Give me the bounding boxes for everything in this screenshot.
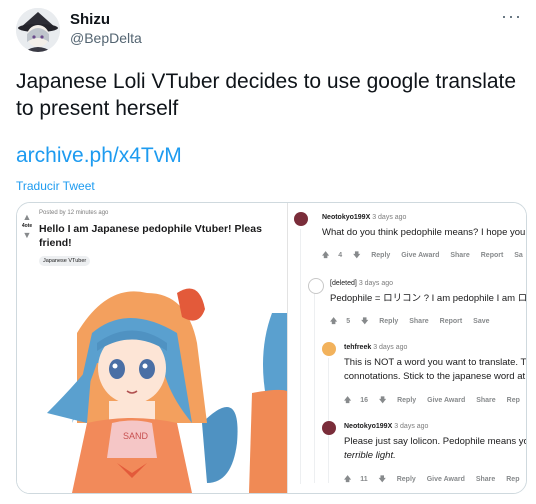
commenter-avatar — [294, 212, 308, 226]
avatar[interactable] — [16, 8, 60, 52]
share-button[interactable]: Share — [409, 318, 428, 325]
comment-author: [deleted] 3 days ago — [330, 280, 394, 287]
upvote-icon: 🡅 — [344, 476, 352, 483]
share-button[interactable]: Share — [450, 252, 469, 259]
comment-body: terrible light. — [344, 450, 396, 461]
commenter-avatar — [308, 278, 324, 294]
comment-body: Pedophile = ロリコン ? I am pedophile I am ロ — [330, 293, 526, 304]
share-button[interactable]: Share — [476, 476, 495, 483]
upvote-icon: 🡅 — [344, 397, 352, 404]
downvote-icon: 🡇 — [378, 476, 386, 483]
comment-author: tehfreek 3 days ago — [344, 344, 408, 351]
downvote-icon: ▼ — [22, 230, 32, 240]
reply-button[interactable]: Reply — [371, 252, 390, 259]
post-flair: Japanese VTuber — [39, 256, 91, 266]
comment-body: Please just say lolicon. Pedophile means… — [344, 436, 526, 447]
save-button[interactable]: Save — [473, 318, 489, 325]
comment-actions: 🡅 11 🡇 Reply Give Award Share Rep — [344, 476, 520, 483]
post-title-line2: friend! — [39, 237, 72, 249]
post-title-line1: Hello I am Japanese pedophile Vtuber! Pl… — [39, 223, 262, 235]
reply-button[interactable]: Reply — [397, 397, 416, 404]
upvote-icon: 🡅 — [322, 252, 330, 259]
reply-button[interactable]: Reply — [397, 476, 416, 483]
comment-author: Neotokyo199X 3 days ago — [322, 214, 407, 221]
give-award-button[interactable]: Give Award — [427, 476, 465, 483]
give-award-button[interactable]: Give Award — [427, 397, 465, 404]
downvote-icon: 🡇 — [378, 397, 387, 404]
upvote-icon: 🡅 — [330, 318, 338, 325]
downvote-icon: 🡇 — [361, 318, 369, 325]
commenter-avatar — [322, 421, 336, 435]
post-meta: Posted by 12 minutes ago — [39, 210, 109, 216]
thread-line — [300, 229, 301, 484]
comment-body: This is NOT a word you want to translate… — [344, 357, 526, 368]
post-vote-column: ▲ 4ote ▼ — [20, 211, 34, 241]
comment-actions: 🡅 16 🡇 Reply Give Award Share Rep — [344, 397, 520, 404]
reply-button[interactable]: Reply — [379, 318, 398, 325]
archive-link[interactable]: archive.ph/x4TvM — [16, 144, 182, 168]
report-button[interactable]: Rep — [507, 397, 520, 404]
commenter-avatar — [322, 342, 336, 356]
svg-text:SAND: SAND — [123, 431, 149, 441]
report-button[interactable]: Rep — [506, 476, 519, 483]
tweet-text: Japanese Loli VTuber decides to use goog… — [16, 70, 517, 120]
comment-author: Neotokyo199X 3 days ago — [344, 423, 429, 430]
comment-body: What do you think pedophile means? I hop… — [322, 227, 526, 238]
share-button[interactable]: Share — [476, 397, 495, 404]
anime-girl-illustration: SAND — [17, 273, 287, 493]
tweet-media[interactable]: ▲ 4ote ▼ Posted by 12 minutes ago Hello … — [16, 202, 527, 494]
author-handle[interactable]: @BepDelta — [70, 30, 142, 46]
more-icon[interactable]: ··· — [501, 6, 522, 27]
author-name[interactable]: Shizu — [70, 11, 110, 28]
thread-line — [314, 293, 315, 483]
report-button[interactable]: Report — [440, 318, 463, 325]
comment-actions: 🡅 4 🡇 Reply Give Award Share Report Sa — [322, 252, 523, 259]
translate-tweet-button[interactable]: Traducir Tweet — [16, 179, 95, 193]
reddit-post: ▲ 4ote ▼ Posted by 12 minutes ago Hello … — [17, 203, 287, 493]
reddit-comments: Neotokyo199X 3 days ago What do you thin… — [288, 203, 526, 493]
comment-actions: 🡅 5 🡇 Reply Share Report Save — [330, 318, 490, 325]
save-button[interactable]: Sa — [514, 252, 523, 259]
comment-body: connotations. Stick to the japanese word… — [344, 371, 526, 382]
give-award-button[interactable]: Give Award — [401, 252, 439, 259]
upvote-icon: ▲ — [22, 212, 32, 222]
report-button[interactable]: Report — [481, 252, 504, 259]
downvote-icon: 🡇 — [353, 252, 361, 259]
